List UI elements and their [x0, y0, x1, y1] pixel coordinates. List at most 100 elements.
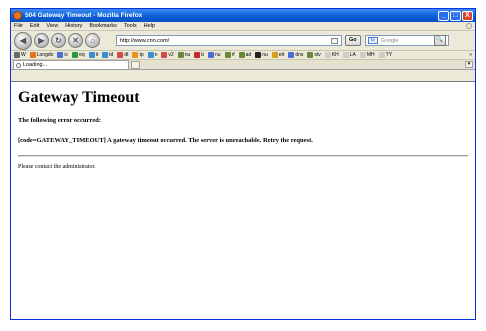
- bookmarks-toolbar: W Longdo ic eq it td dt tp n v2 nu b nu rf ad nu ett dns s…: [11, 51, 475, 60]
- bookmark-icon: [177, 52, 184, 58]
- bookmark-item[interactable]: v2: [161, 52, 174, 58]
- tab-strip: Loading... ▾: [11, 60, 475, 70]
- error-detail: [code=GATEWAY_TIMEOUT] A gateway timeout…: [18, 137, 313, 144]
- bookmark-item[interactable]: td: [102, 52, 113, 58]
- bookmark-icon: [57, 52, 64, 58]
- home-button[interactable]: ⌂: [85, 33, 100, 48]
- bookmark-item[interactable]: Longdo: [29, 52, 54, 58]
- bookmark-label: TY: [385, 52, 393, 58]
- bookmark-label: dt: [124, 52, 129, 58]
- menu-bar: File Edit View History Bookmarks Tools H…: [11, 22, 475, 31]
- bookmark-icon: [14, 52, 20, 58]
- bookmark-item[interactable]: nu: [177, 52, 190, 58]
- bookmarks-more-button[interactable]: »: [469, 52, 472, 58]
- search-bar[interactable]: G Google 🔍: [364, 35, 449, 46]
- bookmark-icon: [132, 52, 139, 58]
- bookmark-label: stv: [314, 52, 321, 58]
- back-button[interactable]: ◀: [14, 31, 32, 50]
- bookmark-label: Longdo: [36, 52, 54, 58]
- bookmark-icon: [255, 52, 262, 58]
- bookmark-label: nu: [215, 52, 221, 58]
- bookmark-label: v2: [168, 52, 174, 58]
- bookmark-icon: [288, 52, 295, 58]
- search-engine-icon[interactable]: G: [367, 37, 378, 44]
- tab-label: Loading...: [23, 62, 48, 68]
- forward-button[interactable]: ▶: [34, 33, 49, 48]
- bookmark-item[interactable]: LA: [342, 52, 356, 58]
- maximize-button[interactable]: □: [450, 10, 461, 21]
- bookmark-icon: [194, 52, 201, 58]
- close-button[interactable]: X: [462, 10, 473, 21]
- bookmark-icon: [238, 52, 245, 58]
- bookmark-item[interactable]: dns: [288, 52, 303, 58]
- minimize-button[interactable]: _: [438, 10, 449, 21]
- search-input[interactable]: Google: [381, 38, 399, 44]
- bookmark-icon: [29, 52, 36, 58]
- bookmark-label: n: [154, 52, 158, 58]
- bookmark-item[interactable]: TY: [378, 52, 393, 58]
- bookmark-icon: [161, 52, 168, 58]
- bookmark-icon: [378, 52, 385, 58]
- new-tab-button[interactable]: [131, 61, 140, 69]
- navigation-toolbar: ◀ ▶ ↻ ✕ ⌂ http://www.cnn.com/ Go G Googl…: [11, 31, 475, 51]
- bookmark-label: td: [109, 52, 114, 58]
- bookmark-item[interactable]: stv: [307, 52, 321, 58]
- bookmark-item[interactable]: MH: [359, 52, 375, 58]
- bookmark-item[interactable]: rf: [224, 52, 235, 58]
- bookmark-icon: [307, 52, 314, 58]
- tab-list-button[interactable]: ▾: [465, 61, 473, 68]
- divider: [18, 155, 468, 157]
- contact-text: Please contact the administrator.: [18, 164, 96, 170]
- bookmark-item[interactable]: ett: [271, 52, 284, 58]
- bookmark-icon: [324, 52, 331, 58]
- bookmark-icon: [88, 52, 95, 58]
- bookmark-item[interactable]: nu: [208, 52, 221, 58]
- bookmark-item[interactable]: dt: [117, 52, 128, 58]
- bookmark-label: b: [201, 52, 205, 58]
- go-button[interactable]: Go: [345, 35, 361, 46]
- menu-help[interactable]: Help: [144, 23, 155, 29]
- menu-tools[interactable]: Tools: [124, 23, 137, 29]
- bookmark-item[interactable]: eq: [72, 52, 85, 58]
- menu-edit[interactable]: Edit: [30, 23, 39, 29]
- bookmark-label: LA: [349, 52, 356, 58]
- stop-button[interactable]: ✕: [68, 33, 83, 48]
- bookmark-item[interactable]: KH: [324, 52, 339, 58]
- url-text[interactable]: http://www.cnn.com/: [120, 38, 331, 44]
- throbber-icon: [466, 23, 472, 29]
- bookmark-item[interactable]: ad: [238, 52, 251, 58]
- reload-button[interactable]: ↻: [51, 33, 66, 48]
- url-bar[interactable]: http://www.cnn.com/: [116, 35, 342, 46]
- title-bar[interactable]: 504 Gateway Timeout - Mozilla Firefox _ …: [11, 9, 475, 22]
- menu-file[interactable]: File: [14, 23, 23, 29]
- search-button[interactable]: 🔍: [433, 35, 446, 46]
- menu-bookmarks[interactable]: Bookmarks: [89, 23, 117, 29]
- page-icon: [331, 37, 338, 44]
- bookmark-icon: [271, 52, 278, 58]
- menu-history[interactable]: History: [65, 23, 82, 29]
- page-title: Gateway Timeout: [18, 89, 140, 106]
- bookmark-item[interactable]: W: [14, 52, 26, 58]
- tab-current[interactable]: Loading...: [13, 60, 129, 69]
- bookmark-item[interactable]: ic: [57, 52, 68, 58]
- bookmark-item[interactable]: b: [194, 52, 204, 58]
- bookmark-label: tp: [139, 52, 144, 58]
- bookmark-label: it: [95, 52, 99, 58]
- bookmark-item[interactable]: tp: [132, 52, 144, 58]
- bookmark-item[interactable]: n: [147, 52, 158, 58]
- error-intro: The following error occurred:: [18, 117, 101, 124]
- firefox-icon: [13, 11, 22, 20]
- page-content: Gateway Timeout The following error occu…: [11, 81, 475, 319]
- bookmark-label: nu: [262, 52, 268, 58]
- menu-view[interactable]: View: [46, 23, 58, 29]
- loading-icon: [16, 62, 21, 68]
- bookmark-item[interactable]: nu: [255, 52, 268, 58]
- bookmark-icon: [102, 52, 109, 58]
- bookmark-item[interactable]: it: [88, 52, 99, 58]
- bookmark-label: W: [21, 52, 26, 58]
- bookmark-icon: [224, 52, 231, 58]
- window-title: 504 Gateway Timeout - Mozilla Firefox: [25, 12, 143, 19]
- bookmark-label: ic: [64, 52, 69, 58]
- bookmark-icon: [342, 52, 349, 58]
- bookmark-icon: [72, 52, 79, 58]
